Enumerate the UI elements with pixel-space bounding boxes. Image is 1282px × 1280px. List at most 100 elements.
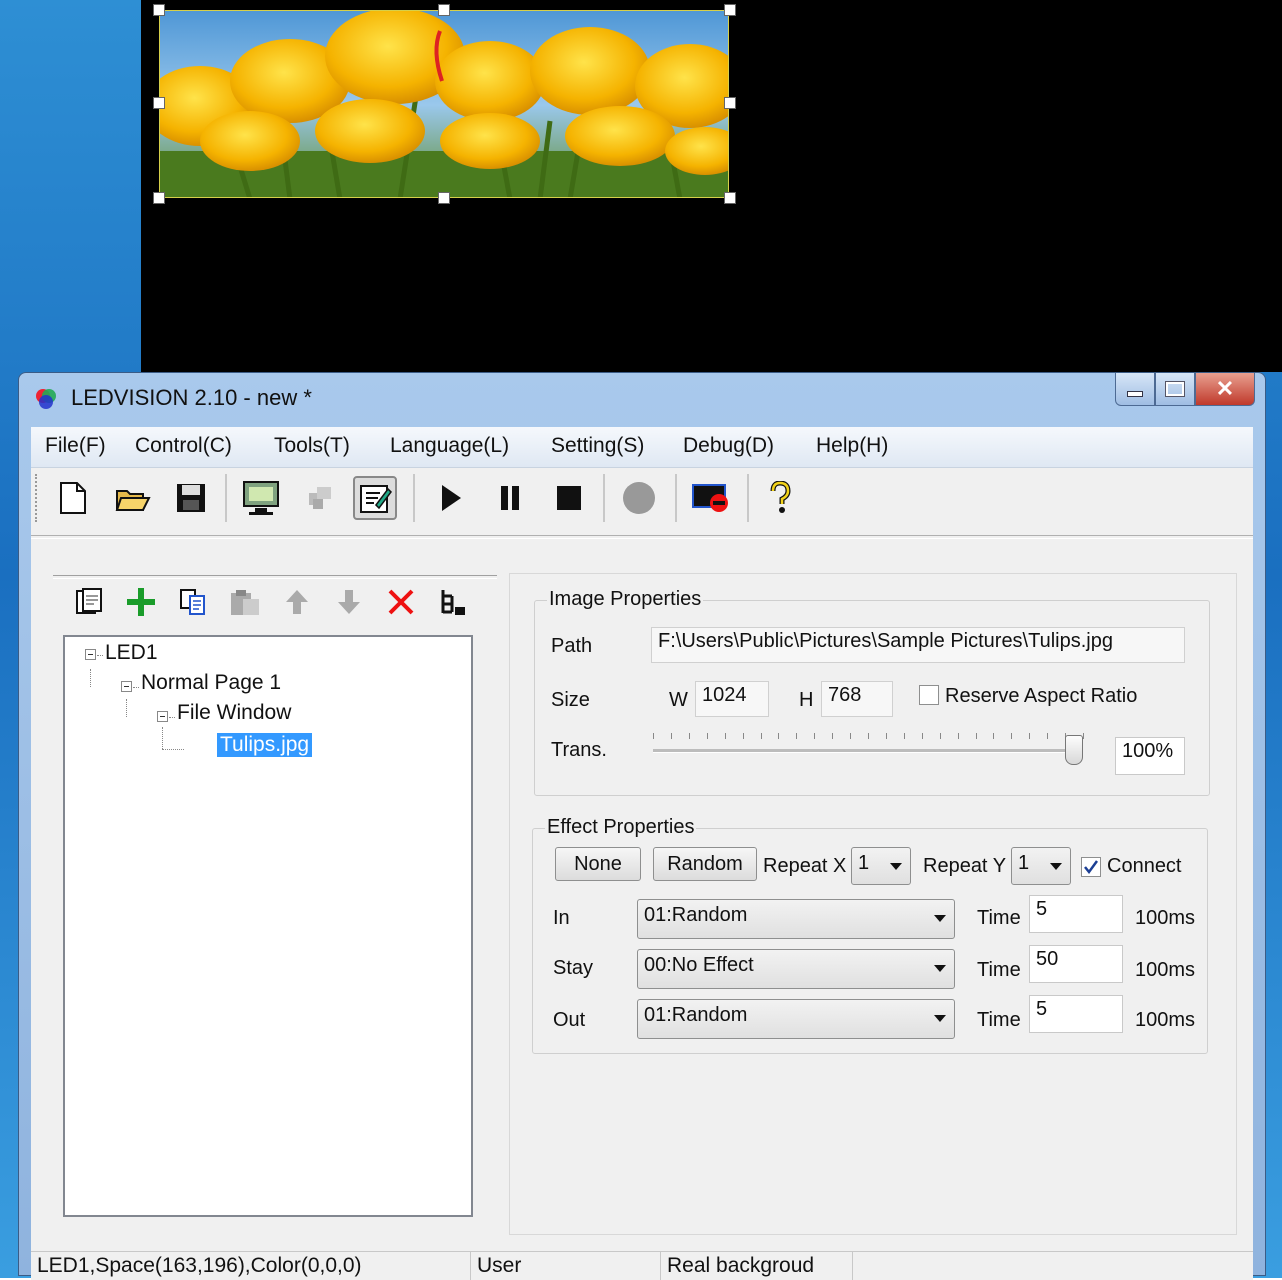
in-time-input[interactable]: 5 bbox=[1029, 895, 1123, 933]
tree-collapse-toggle[interactable] bbox=[121, 681, 132, 692]
in-effect-value: 01:Random bbox=[644, 904, 748, 926]
toolbar-grip[interactable] bbox=[35, 474, 40, 522]
tree-line bbox=[169, 717, 175, 718]
move-down-icon bbox=[338, 590, 360, 614]
stop-button[interactable] bbox=[547, 476, 591, 520]
slider-tick bbox=[670, 733, 672, 739]
slider-tick bbox=[885, 733, 887, 739]
toolbar-divider bbox=[31, 535, 1253, 539]
repeat-y-select[interactable]: 1 bbox=[1011, 847, 1071, 885]
transparency-slider[interactable] bbox=[653, 727, 1089, 767]
send-button[interactable] bbox=[298, 476, 342, 520]
menu-tools[interactable]: Tools(T) bbox=[274, 434, 350, 458]
properties-panel: Image Properties Path F:\Users\Public\Pi… bbox=[509, 573, 1237, 1235]
tree-node-file-window[interactable]: File Window bbox=[177, 701, 291, 725]
menu-control[interactable]: Control(C) bbox=[135, 434, 232, 458]
stay-time-input[interactable]: 50 bbox=[1029, 945, 1123, 983]
play-button[interactable] bbox=[429, 476, 473, 520]
slider-tick bbox=[796, 733, 798, 739]
client-area: File(F) Control(C) Tools(T) Language(L) … bbox=[31, 427, 1253, 1280]
slider-thumb[interactable] bbox=[1065, 735, 1083, 765]
toolbar-separator bbox=[603, 474, 605, 522]
delete-button[interactable] bbox=[383, 585, 419, 619]
edit-button[interactable] bbox=[353, 476, 397, 520]
paste-button[interactable] bbox=[227, 585, 263, 619]
tree-view-button[interactable] bbox=[435, 585, 471, 619]
close-button[interactable]: ✕ bbox=[1195, 373, 1255, 406]
in-label: In bbox=[553, 907, 570, 929]
new-page-button[interactable] bbox=[71, 585, 107, 619]
resize-handle-bottom[interactable] bbox=[438, 192, 450, 204]
out-time-input[interactable]: 5 bbox=[1029, 995, 1123, 1033]
slider-tick bbox=[939, 733, 941, 739]
move-down-button[interactable] bbox=[331, 585, 367, 619]
resize-handle-top-right[interactable] bbox=[724, 4, 736, 16]
status-info: LED1,Space(163,196),Color(0,0,0) bbox=[31, 1252, 471, 1280]
tree-node-tulips[interactable]: Tulips.jpg bbox=[217, 733, 313, 757]
slider-tick bbox=[1083, 733, 1084, 739]
repeat-x-select[interactable]: 1 bbox=[851, 847, 911, 885]
screen-off-button[interactable] bbox=[689, 476, 733, 520]
maximize-button[interactable] bbox=[1155, 373, 1195, 406]
save-button[interactable] bbox=[169, 476, 213, 520]
in-effect-select[interactable]: 01:Random bbox=[637, 899, 955, 939]
move-up-icon bbox=[286, 590, 308, 614]
help-button[interactable] bbox=[758, 476, 802, 520]
resize-handle-left[interactable] bbox=[153, 97, 165, 109]
none-button[interactable]: None bbox=[555, 847, 641, 881]
width-field[interactable]: 1024 bbox=[695, 681, 769, 717]
stay-time-unit: 100ms bbox=[1135, 959, 1196, 981]
resize-handle-bottom-left[interactable] bbox=[153, 192, 165, 204]
title-bar[interactable]: LEDVISION 2.10 - new * ✕ bbox=[19, 373, 1265, 425]
tree-node-normal-page[interactable]: Normal Page 1 bbox=[141, 671, 281, 695]
slider-tick bbox=[814, 733, 816, 739]
add-icon bbox=[127, 588, 155, 616]
new-button[interactable] bbox=[51, 476, 95, 520]
resize-handle-right[interactable] bbox=[724, 97, 736, 109]
chevron-down-icon bbox=[890, 863, 902, 870]
stay-effect-select[interactable]: 00:No Effect bbox=[637, 949, 955, 989]
menu-help[interactable]: Help(H) bbox=[816, 434, 888, 458]
tulips-preview-image[interactable] bbox=[159, 10, 729, 198]
minimize-button[interactable] bbox=[1115, 373, 1155, 406]
slider-tick bbox=[742, 733, 744, 739]
tree-collapse-toggle[interactable] bbox=[85, 649, 96, 660]
resize-handle-top-left[interactable] bbox=[153, 4, 165, 16]
pause-button[interactable] bbox=[488, 476, 532, 520]
add-window-button[interactable] bbox=[123, 585, 159, 619]
tree-node-led1[interactable]: LED1 bbox=[105, 641, 158, 665]
menu-debug[interactable]: Debug(D) bbox=[683, 434, 774, 458]
move-up-button[interactable] bbox=[279, 585, 315, 619]
slider-tick bbox=[957, 733, 959, 739]
menu-language[interactable]: Language(L) bbox=[390, 434, 509, 458]
tree-line bbox=[162, 749, 184, 750]
open-button[interactable] bbox=[111, 476, 155, 520]
stay-effect-value: 00:No Effect bbox=[644, 954, 754, 976]
slider-tick bbox=[832, 733, 834, 739]
trans-label: Trans. bbox=[551, 739, 607, 761]
out-effect-select[interactable]: 01:Random bbox=[637, 999, 955, 1039]
tree-collapse-toggle[interactable] bbox=[157, 711, 168, 722]
record-button[interactable] bbox=[617, 476, 661, 520]
tree-line bbox=[133, 687, 139, 688]
trans-value-field[interactable]: 100% bbox=[1115, 737, 1185, 775]
slider-tick bbox=[653, 733, 654, 739]
reserve-aspect-checkbox[interactable] bbox=[919, 685, 939, 705]
path-field[interactable]: F:\Users\Public\Pictures\Sample Pictures… bbox=[651, 627, 1185, 663]
height-field[interactable]: 768 bbox=[821, 681, 893, 717]
out-time-unit: 100ms bbox=[1135, 1009, 1196, 1031]
image-properties-title: Image Properties bbox=[547, 588, 704, 611]
display-button[interactable] bbox=[239, 476, 283, 520]
resize-handle-top[interactable] bbox=[438, 4, 450, 16]
main-toolbar bbox=[31, 468, 1253, 530]
out-time-label: Time bbox=[977, 1009, 1021, 1031]
in-time-unit: 100ms bbox=[1135, 907, 1196, 929]
copy-button[interactable] bbox=[175, 585, 211, 619]
menu-file[interactable]: File(F) bbox=[45, 434, 106, 458]
page-tree[interactable]: LED1 Normal Page 1 File Window Tulips.jp… bbox=[63, 635, 473, 1217]
random-button[interactable]: Random bbox=[653, 847, 757, 881]
slider-tick bbox=[706, 733, 708, 739]
resize-handle-bottom-right[interactable] bbox=[724, 192, 736, 204]
connect-checkbox[interactable] bbox=[1081, 857, 1101, 877]
menu-setting[interactable]: Setting(S) bbox=[551, 434, 644, 458]
